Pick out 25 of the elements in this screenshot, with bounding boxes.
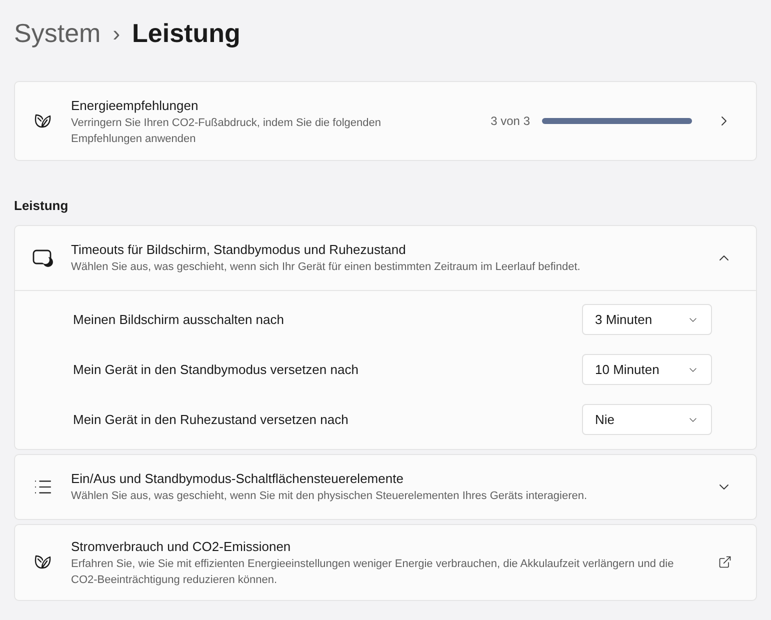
progress-text: 3 von 3 [490, 113, 530, 130]
setting-label: Meinen Bildschirm ausschalten nach [73, 310, 285, 329]
card-title: Energieempfehlungen [71, 96, 200, 114]
page-title: Leistung [132, 17, 240, 50]
timeout-dropdown[interactable]: 10 Minuten [582, 354, 712, 385]
card-title: Ein/Aus und Standbymodus-Schaltflächensteuerelemente [71, 470, 404, 488]
card-description: Verringern Sie Ihren CO2-Fußabdruck, indem Sie die folgenden Empfehlungen anwenden [71, 116, 382, 146]
timeout-dropdown[interactable]: 3 Minuten [582, 304, 712, 335]
section-title: Leistung [14, 197, 70, 215]
card-description: Erfahren Sie, wie Sie mit effizienten Energieeinstellungen weniger Energie verbrauchen, die Akkulaufzeit verlängern und die CO2-Beeinträchtigung reduzieren können. [71, 556, 675, 588]
recommendation-card[interactable]: Energieempfehlungen Verringern Sie Ihren CO2-Fußabdruck, indem Sie die folgenden Empfehlungen anwenden 3 von 3 [14, 81, 757, 161]
expander-header[interactable]: Ein/Aus und Standbymodus-Schaltflächensteuerelemente Wählen Sie aus, was geschieht, wenn Sie mit den physischen Steuerelementen Ihres Geräts interagieren. [15, 454, 756, 518]
external-link-icon [718, 555, 732, 569]
timeout-dropdown[interactable]: Nie [582, 404, 712, 435]
screen-moon-icon [32, 248, 54, 268]
setting-label: Mein Gerät in den Standbymodus versetzen nach [73, 360, 360, 379]
card-title: Stromverbrauch und CO2-Emissionen [71, 538, 292, 556]
card-description: Wählen Sie aus, was geschieht, wenn sich Ihr Gerät für einen bestimmten Zeitraum im Leerlauf befindet. [71, 260, 582, 275]
card-description: Wählen Sie aus, was geschieht, wenn Sie mit den physischen Steuerelementen Ihres Geräts interagieren. [71, 489, 588, 504]
setting-label: Mein Gerät in den Ruhezustand versetzen nach [73, 410, 350, 429]
settings-link-card[interactable]: Stromverbrauch und CO2-Emissionen Erfahren Sie, wie Sie mit effizienten Energieeinstellungen weniger Energie verbrauchen, die Akkulaufzeit verlängern und die CO2-Beeinträchtigung reduzieren können. [15, 524, 756, 600]
breadcrumb-separator: › [112, 20, 120, 48]
breadcrumb-parent[interactable]: System [14, 14, 101, 53]
expander-header[interactable]: Timeouts für Bildschirm, Standbymodus und Ruhezustand Wählen Sie aus, was geschieht, wenn sich Ihr Gerät für einen bestimmten Zeitraum im Leerlauf befindet. [15, 226, 756, 290]
card-title: Timeouts für Bildschirm, Standbymodus und Ruhezustand [71, 241, 407, 259]
